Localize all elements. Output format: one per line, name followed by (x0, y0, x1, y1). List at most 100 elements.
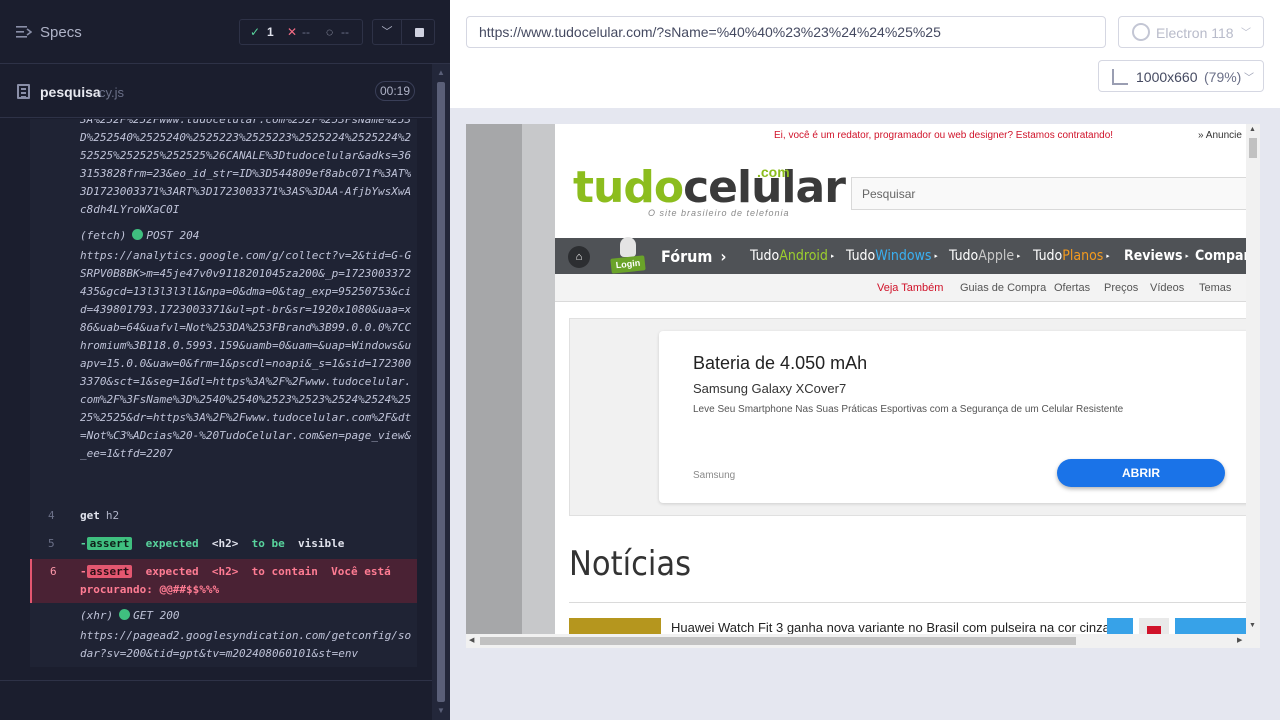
subnav-veja-tambem: Veja Também (877, 282, 944, 294)
scroll-left-icon[interactable]: ◀ (469, 636, 474, 644)
noticias-heading: Notícias (569, 544, 692, 584)
assert-selector: <h2> (211, 537, 239, 550)
site-search-input[interactable]: Pesquisar (851, 177, 1246, 210)
xhr-row[interactable]: (xhr) GET 200 (80, 609, 179, 622)
nav-tudo-windows[interactable]: TudoWindows ▸ (846, 248, 938, 264)
specs-menu-icon[interactable] (16, 25, 32, 39)
nav-tudo-android[interactable]: TudoAndroid ▸ (750, 248, 834, 264)
viewport-zoom: (79%) (1204, 69, 1242, 85)
ad-thumb[interactable] (1139, 618, 1169, 634)
news-thumbnail[interactable] (569, 618, 661, 634)
assert-badge-fail: assert (86, 565, 133, 578)
fetch-row[interactable]: (fetch) POST 204 (80, 229, 199, 242)
chevron-down-icon: ﹀ (1241, 28, 1251, 39)
spec-file-row[interactable]: pesquisa cy.js 00:19 (0, 64, 432, 118)
browser-label: Electron 118 (1156, 25, 1234, 41)
home-icon[interactable]: ⌂ (568, 246, 590, 268)
success-dot-icon (132, 229, 144, 240)
specs-label[interactable]: Specs (40, 24, 82, 41)
ruler-icon (1112, 69, 1128, 85)
ad-subtitle: Samsung Galaxy XCover7 (693, 381, 847, 396)
fetch-status: POST 204 (146, 229, 200, 242)
ad-content[interactable]: Bateria de 4.050 mAh Samsung Galaxy XCov… (659, 331, 1246, 503)
nav-reviews[interactable]: Reviews ▸ (1124, 248, 1189, 264)
subnav-precos[interactable]: Preços (1104, 282, 1138, 294)
subnav-videos[interactable]: Vídeos (1150, 282, 1184, 294)
site-gutter (466, 124, 555, 634)
assert-value-cont: procurando: @@##$$%%% (80, 583, 220, 596)
command-name: get (80, 509, 100, 522)
pending-count: -- (341, 25, 349, 39)
login-tag: Login (610, 255, 646, 274)
assert-visible-row[interactable]: - assert expected <h2> to be visible (80, 537, 344, 550)
command-get[interactable]: get h2 (80, 509, 119, 522)
site-subnav: Veja Também Guias de Compra Ofertas Preç… (555, 274, 1246, 302)
spec-file-name[interactable]: pesquisa (40, 84, 101, 100)
browser-select[interactable]: Electron 118 ﹀ (1118, 16, 1264, 48)
assert-to: to contain (251, 565, 318, 578)
aut-iframe: Ei, você é um redator, programador ou we… (466, 124, 1260, 648)
site-horizontal-scrollbar[interactable]: ◀ ▶ (466, 634, 1260, 648)
line-number: 6 (50, 565, 57, 578)
assert-to: to be (251, 537, 285, 550)
nav-forum[interactable]: Fórum › (661, 247, 726, 266)
subnav-ofertas[interactable]: Ofertas (1054, 282, 1090, 294)
scroll-right-icon[interactable]: ▶ (1237, 636, 1242, 644)
reporter-header: Specs ✓ 1 ✕ -- ◌ -- ﹀ (0, 0, 450, 64)
chevron-down-icon: ﹀ (1244, 73, 1254, 84)
logo-tudo: tudo (573, 162, 684, 213)
nav-compare[interactable]: Compare (1195, 248, 1246, 264)
xhr-method: (xhr) (80, 609, 114, 622)
ad-thumb[interactable] (1175, 618, 1246, 634)
logo-slogan: O site brasileiro de telefonia (648, 208, 790, 218)
news-headline[interactable]: Huawei Watch Fit 3 ganha nova variante n… (671, 620, 1110, 634)
scroll-up-icon[interactable]: ▲ (1249, 126, 1256, 133)
line-number: 5 (48, 537, 55, 550)
spec-file-ext: cy.js (99, 85, 125, 100)
tudocelular-site: Ei, você é um redator, programador ou we… (555, 124, 1246, 634)
xhr-url[interactable]: https://pagead2.googlesyndication.com/ge… (80, 627, 412, 663)
reporter-scrollbar[interactable]: ▲ ▼ (432, 64, 450, 720)
ad-open-button[interactable]: ABRIR (1057, 459, 1225, 487)
site-scroll-thumb[interactable] (1249, 138, 1257, 158)
subnav-guias[interactable]: Guias de Compra (960, 282, 1046, 294)
assert-value: Você está (331, 565, 391, 578)
user-icon (620, 237, 636, 257)
scroll-down-icon[interactable]: ▼ (1249, 622, 1256, 629)
line-number: 4 (48, 509, 55, 522)
site-logo[interactable]: tudocelular .com O site brasileiro de te… (573, 162, 846, 222)
assert-value: visible (297, 537, 345, 550)
scroll-up-icon[interactable]: ▲ (437, 68, 445, 77)
hiring-link[interactable]: Ei, você é um redator, programador ou we… (774, 130, 1113, 141)
passed-check-icon: ✓ (250, 25, 261, 39)
reporter-scroll-thumb[interactable] (437, 82, 445, 702)
viewport-info[interactable]: 1000x660 (79%) ﹀ (1098, 60, 1264, 92)
stop-button[interactable] (401, 19, 435, 45)
ad-brand: Samsung (693, 470, 736, 481)
collapse-button[interactable]: ﹀ (372, 19, 402, 45)
pending-circle-icon: ◌ (326, 25, 334, 39)
subnav-temas[interactable]: Temas (1199, 282, 1231, 294)
assert-expected: expected (145, 537, 199, 550)
site-vertical-scrollbar[interactable]: ▲ ▼ (1246, 124, 1260, 634)
ad-thumb[interactable] (1107, 618, 1133, 634)
nav-tudo-apple[interactable]: TudoApple ▸ (949, 248, 1020, 264)
site-nav: ⌂ Login Fórum › TudoAndroid ▸ TudoWindows ▸… (555, 237, 1246, 275)
ad-title: Bateria de 4.050 mAh (693, 353, 868, 373)
scroll-down-icon[interactable]: ▼ (437, 706, 445, 715)
nav-tudo-planos[interactable]: TudoPlanos ▸ (1033, 248, 1110, 264)
url-bar[interactable]: https://www.tudocelular.com/?sName=%40%4… (466, 16, 1106, 48)
login-button[interactable]: Login (610, 237, 646, 275)
ad-banner: Bateria de 4.050 mAh Samsung Galaxy XCov… (569, 318, 1246, 516)
reporter-divider (0, 680, 432, 681)
assert-contain-row: - assert expected <h2> to contain Você es… (80, 565, 391, 578)
site-hscroll-thumb[interactable] (480, 637, 1076, 645)
command-log: 3A%252F%252Fwww.tudocelular.com%252F%253… (30, 119, 417, 667)
failed-assert-row[interactable]: 6 - assert expected <h2> to contain Você … (30, 559, 417, 603)
fetch-url[interactable]: https://analytics.google.com/g/collect?v… (80, 247, 412, 463)
request-url[interactable]: 3A%252F%252Fwww.tudocelular.com%252F%253… (80, 119, 412, 219)
assert-selector: <h2> (211, 565, 239, 578)
failed-x-icon: ✕ (287, 25, 298, 39)
assert-expected: expected (145, 565, 199, 578)
anuncie-link[interactable]: » Anuncie (1198, 130, 1242, 141)
